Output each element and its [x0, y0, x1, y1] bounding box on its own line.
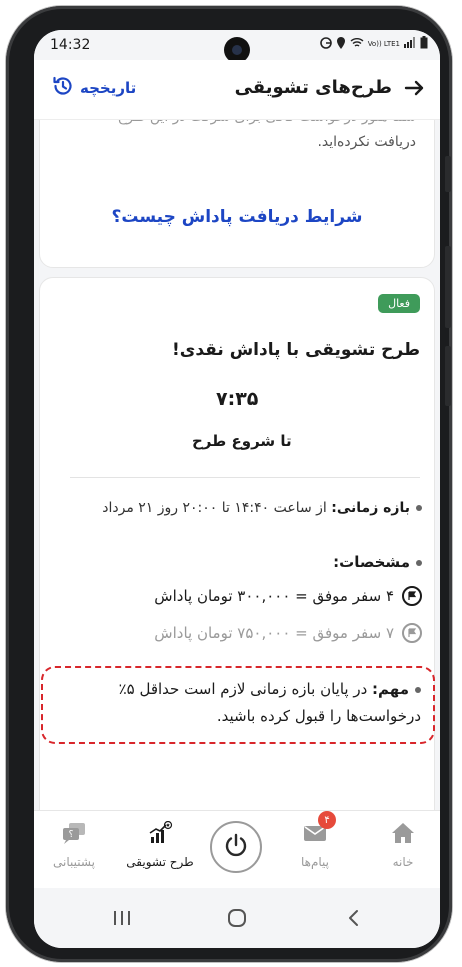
- nav-messages-label: پیام‌ها: [300, 855, 330, 869]
- status-badge: فعال: [378, 294, 420, 313]
- nav-home[interactable]: خانه: [363, 821, 440, 869]
- location-icon: [336, 36, 346, 52]
- bullet-icon: [415, 686, 421, 693]
- info-card-text: شما هنوز درخواست کافی برای شرکت در این ط…: [56, 120, 416, 155]
- countdown-timer: ۷:۳۵: [216, 388, 259, 410]
- important-label: مهم:: [372, 680, 409, 698]
- home-circle-icon[interactable]: [225, 906, 249, 930]
- system-back-icon[interactable]: [342, 906, 366, 930]
- app-header: طرح‌های تشویقی تاریخچه: [34, 60, 440, 120]
- campaign-card: فعال طرح تشویقی با پاداش نقدی! ۷:۳۵ تا ش…: [39, 277, 435, 810]
- nav-incentive-label: طرح تشویقی: [126, 855, 194, 869]
- mail-icon: ۴: [302, 811, 336, 845]
- battery-icon: [420, 36, 428, 52]
- info-card-text-line: دریافت نکرده‌اید.: [317, 134, 416, 150]
- power-icon: [223, 832, 249, 862]
- wifi-icon: [350, 37, 364, 51]
- history-button[interactable]: تاریخچه: [52, 75, 136, 101]
- important-note: مهم: در پایان بازه زمانی لازم است حداقل …: [41, 666, 435, 744]
- page-title: طرح‌های تشویقی: [234, 77, 392, 98]
- period-label: بازه زمانی:: [331, 500, 410, 516]
- nav-support[interactable]: ؟ پشتیبانی: [34, 821, 114, 869]
- status-time: 14:32: [50, 37, 91, 53]
- divider: [70, 477, 420, 478]
- nav-support-label: پشتیبانی: [53, 855, 95, 869]
- recent-apps-icon[interactable]: [110, 906, 134, 930]
- phone-frame: 14:32 Vo)) LTE1: [6, 6, 452, 962]
- spec-text: ۴ سفر موفق = ۳۰۰,۰۰۰ تومان پاداش: [154, 587, 394, 605]
- info-card: شما هنوز درخواست کافی برای شرکت در این ط…: [39, 120, 435, 268]
- power-side-button: [445, 346, 451, 406]
- info-card-text-cut: شما هنوز درخواست کافی برای شرکت در این ط…: [56, 120, 416, 130]
- bullet-icon: [416, 505, 422, 511]
- bullet-icon: [416, 559, 422, 566]
- period-value: از ساعت ۱۴:۴۰ تا ۲۰:۰۰ روز ۲۱ مرداد: [102, 500, 327, 516]
- network-label: Vo)) LTE1: [367, 39, 400, 48]
- online-toggle-button[interactable]: [210, 821, 262, 873]
- chart-icon: [147, 820, 173, 845]
- time-period: بازه زمانی: از ساعت ۱۴:۴۰ تا ۲۰:۰۰ روز ۲…: [102, 500, 422, 516]
- google-icon: [319, 36, 332, 52]
- nav-incentive[interactable]: طرح تشویقی: [120, 820, 200, 869]
- status-icons: Vo)) LTE1: [319, 36, 428, 52]
- signal-icon: [404, 37, 416, 51]
- support-icon: ؟: [61, 821, 87, 845]
- history-icon: [52, 75, 74, 101]
- important-text: مهم: در پایان بازه زمانی لازم است حداقل …: [51, 676, 421, 730]
- specs-heading: مشخصات:: [333, 553, 422, 571]
- campaign-title: طرح تشویقی با پاداش نقدی!: [172, 340, 420, 360]
- reward-conditions-link[interactable]: شرایط دریافت پاداش چیست؟: [40, 207, 434, 227]
- countdown-label: تا شروع طرح: [192, 432, 292, 450]
- content-scroll[interactable]: شما هنوز درخواست کافی برای شرکت در این ط…: [34, 120, 440, 810]
- spec-item: ۷ سفر موفق = ۷۵۰,۰۰۰ تومان پاداش: [154, 623, 422, 643]
- back-arrow-icon[interactable]: [402, 76, 426, 100]
- volume-down-button: [445, 246, 451, 328]
- bottom-nav: خانه ۴ پیام‌ها طرح تشویقی: [34, 810, 440, 888]
- screen: 14:32 Vo)) LTE1: [34, 30, 440, 948]
- specs-heading-label: مشخصات:: [333, 553, 410, 571]
- flag-icon: [402, 586, 422, 606]
- spec-text: ۷ سفر موفق = ۷۵۰,۰۰۰ تومان پاداش: [154, 624, 394, 642]
- messages-badge: ۴: [318, 811, 336, 829]
- system-nav-bar: [34, 888, 440, 948]
- home-icon: [390, 821, 416, 845]
- svg-text:؟: ؟: [69, 830, 74, 840]
- volume-up-button: [445, 156, 451, 192]
- flag-icon: [402, 623, 422, 643]
- nav-home-label: خانه: [392, 855, 414, 869]
- nav-messages[interactable]: ۴ پیام‌ها: [275, 811, 355, 869]
- status-bar: 14:32 Vo)) LTE1: [34, 30, 440, 63]
- spec-item: ۴ سفر موفق = ۳۰۰,۰۰۰ تومان پاداش: [154, 586, 422, 606]
- history-label: تاریخچه: [80, 79, 137, 97]
